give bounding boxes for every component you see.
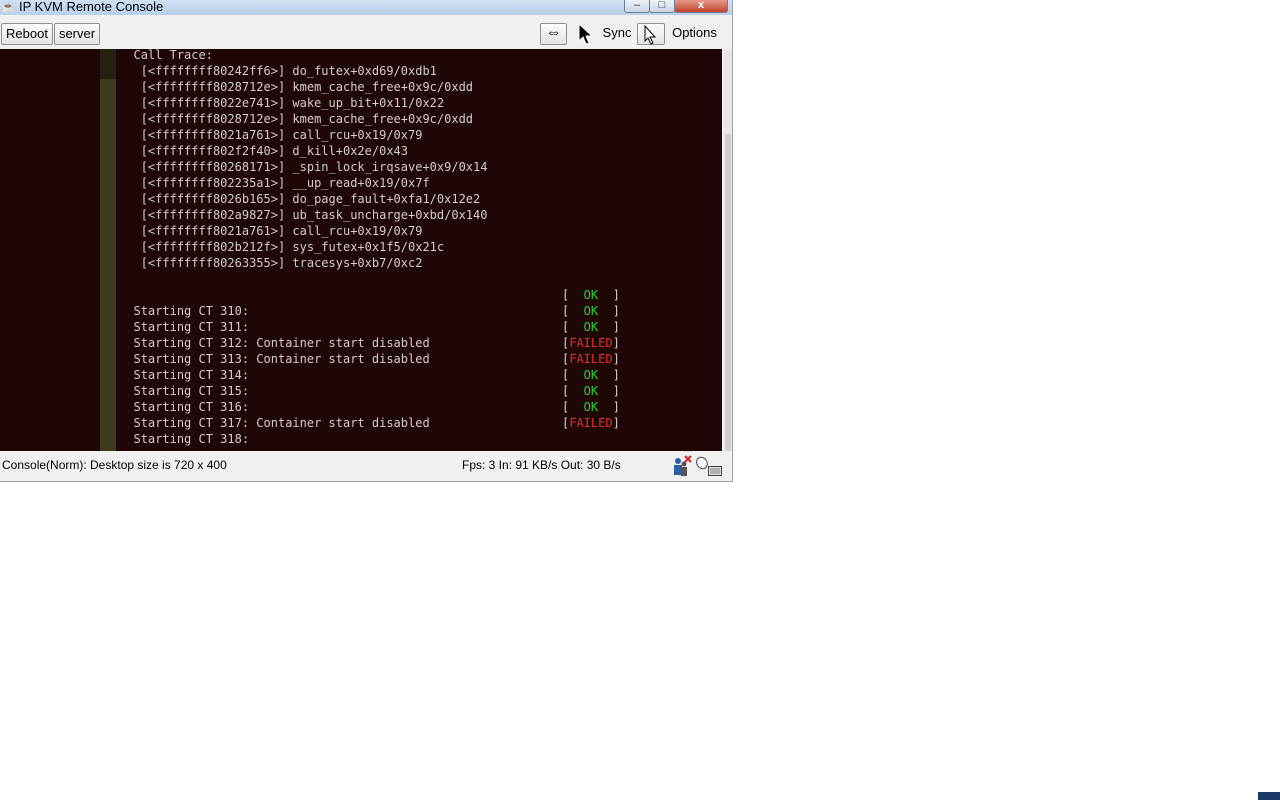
console-line: [<ffffffff802a9827>] ub_task_uncharge+0x… [54,208,488,222]
close-button[interactable]: x [674,0,728,13]
ct-status-mark: [FAILED] [562,335,620,351]
java-app-icon: ☕ [1,1,16,14]
console-line: [<ffffffff80263355>] tracesys+0xb7/0xc2 [54,256,423,270]
ct-status-text: FAILED [569,336,613,350]
ct-status-text: OK [569,400,613,414]
remote-cursor-icon [644,24,657,45]
reboot-button[interactable]: Reboot [1,23,53,45]
maximize-button[interactable]: □ [649,0,675,13]
bracket-close: ] [612,288,620,302]
bracket-close: ] [612,352,620,366]
console-line: Starting CT 315: [54,384,250,398]
console-line: [<ffffffff8021a761>] call_rcu+0x19/0x79 [54,128,423,142]
options-button[interactable]: Options [667,23,722,45]
resize-arrows-icon: ⇔ [545,24,562,41]
scrollbar-thumb[interactable] [725,134,731,451]
window-title: IP KVM Remote Console [19,0,164,14]
ct-status-text: OK [569,320,613,334]
bracket-close: ] [612,336,620,350]
remote-cursor-button[interactable] [637,23,665,45]
users-disconnected-icon[interactable] [670,455,692,477]
console-line: Starting CT 318: [54,432,250,446]
console-line: [<ffffffff8021a761>] call_rcu+0x19/0x79 [54,224,423,238]
console-line: [<ffffffff8028712e>] kmem_cache_free+0x9… [54,80,474,94]
network-stats: Fps: 3 In: 91 KB/s Out: 30 B/s [462,458,621,472]
console-line: Starting CT 316: [54,400,250,414]
console-line: Starting CT 312: Container start disable… [54,336,430,350]
local-cursor-icon[interactable] [578,23,596,45]
bracket-close: ] [612,416,620,430]
ct-status-mark: [ OK ] [562,383,620,399]
ct-status-mark: [ OK ] [562,399,620,415]
minimize-button[interactable]: – [624,0,650,13]
bracket-close: ] [612,304,620,318]
title-bar[interactable]: ☕ IP KVM Remote Console – □ x [0,0,732,15]
ct-status-mark: [ OK ] [562,367,620,383]
ct-status-text: OK [569,384,613,398]
sync-button[interactable]: Sync [599,23,635,45]
ct-status-mark: [ OK ] [562,287,620,303]
ct-status-mark: [FAILED] [562,415,620,431]
toolbar: Reboot server ⇔ Sync Options [0,20,732,49]
ct-status-text: OK [569,368,613,382]
bracket-close: ] [612,384,620,398]
ct-status-mark: [ OK ] [562,303,620,319]
bracket-close: ] [612,368,620,382]
ct-status-mark: [ OK ] [562,319,620,335]
console-line: Starting CT 310: [54,304,250,318]
fit-screen-button[interactable]: ⇔ [540,23,567,45]
taskbar-corner [1258,792,1280,800]
console-line: [<ffffffff8028712e>] kmem_cache_free+0x9… [54,112,474,126]
server-button[interactable]: server [54,23,100,45]
vertical-scrollbar[interactable] [724,49,732,451]
console-line: [<ffffffff80242ff6>] do_futex+0xd69/0xdb… [54,64,437,78]
console-line: Starting CT 317: Container start disable… [54,416,430,430]
ct-status-text: OK [569,304,613,318]
console-line: Starting CT 314: [54,368,250,382]
kvm-console-window: ☕ IP KVM Remote Console – □ x Reboot ser… [0,0,733,482]
ct-status-text: OK [569,288,613,302]
status-bar: Console(Norm): Desktop size is 720 x 400… [0,452,732,480]
ct-status-text: FAILED [569,352,613,366]
console-mode-status: Console(Norm): Desktop size is 720 x 400 [2,458,227,472]
ct-status-text: FAILED [569,416,613,430]
ct-status-mark: [FAILED] [562,351,620,367]
console-line: Call Trace: [54,49,213,62]
console-line: [<ffffffff8026b165>] do_page_fault+0xfa1… [54,192,481,206]
bracket-close: ] [612,400,620,414]
console-line: Starting CT 311: [54,320,250,334]
console-line: [<ffffffff802235a1>] __up_read+0x19/0x7f [54,176,430,190]
console-line: [<ffffffff8022e741>] wake_up_bit+0x11/0x… [54,96,445,110]
remote-console-screen[interactable]: Call Trace: [<ffffffff80242ff6>] do_fute… [0,49,722,451]
console-line: Starting CT 313: Container start disable… [54,352,430,366]
bracket-close: ] [612,320,620,334]
console-line: [<ffffffff80268171>] _spin_lock_irqsave+… [54,160,488,174]
console-line: [<ffffffff802f2f40>] d_kill+0x2e/0x43 [54,144,409,158]
console-line: [<ffffffff802b212f>] sys_futex+0x1f5/0x2… [54,240,445,254]
keyboard-icon[interactable] [708,466,722,476]
